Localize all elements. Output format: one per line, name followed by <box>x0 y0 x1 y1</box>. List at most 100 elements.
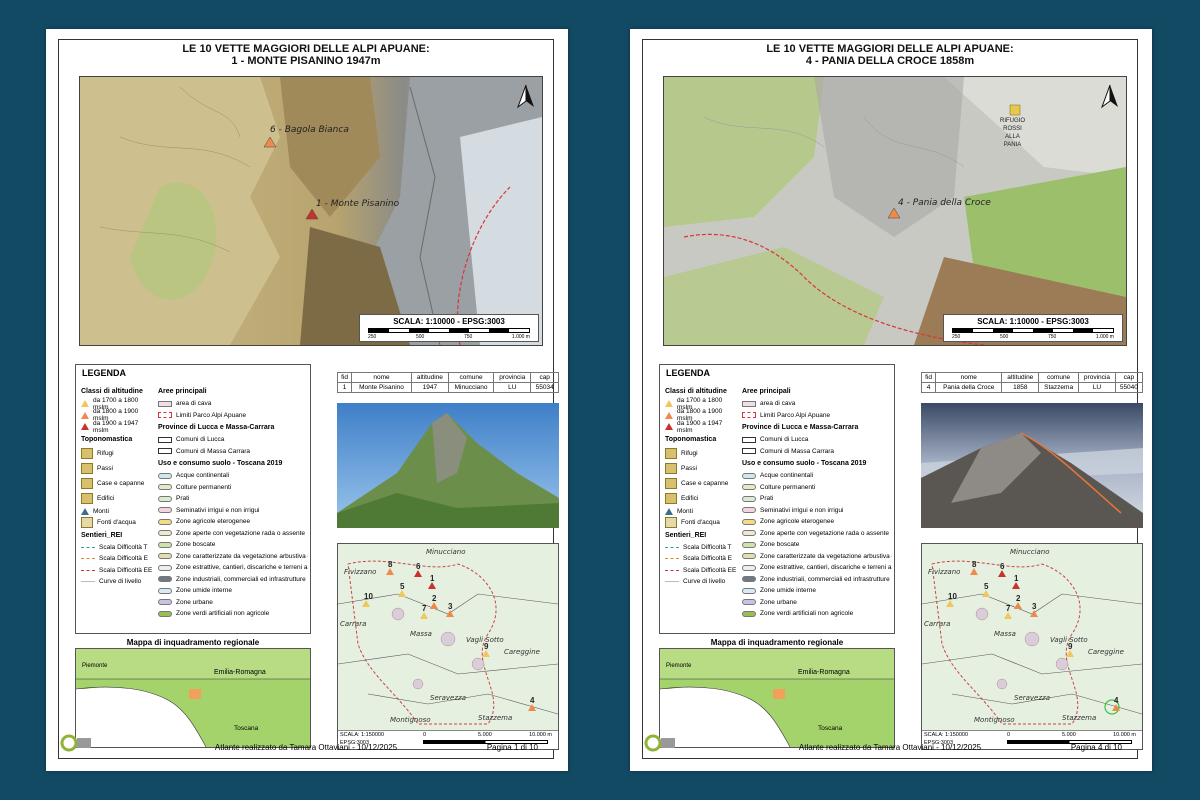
peak-triangle-icon[interactable] <box>428 582 436 589</box>
triangle-icon <box>665 411 673 419</box>
place-label: Minucciano <box>1010 548 1050 556</box>
legend-heading: Uso e consumo suolo - Toscana 2019 <box>742 460 867 467</box>
region-label: Toscana <box>818 725 843 732</box>
peak-label: 6 - Bagola Bianca <box>270 125 349 135</box>
scale-title: SCALA: 1:10000 - EPSG:3003 <box>977 317 1089 326</box>
peak-triangle-icon[interactable] <box>414 570 422 577</box>
swatch <box>158 576 172 583</box>
swatch <box>742 484 756 491</box>
swatch <box>158 400 172 407</box>
swatch <box>742 599 756 606</box>
swatch <box>158 436 172 443</box>
legend-item: Monti <box>677 507 693 515</box>
legend-item: Zone estrattive, cantieri, discariche e … <box>760 564 892 572</box>
place-label: Seravezza <box>430 694 467 702</box>
legend-item: Seminativi irrigui e non irrigui <box>760 506 844 514</box>
hut-marker[interactable] <box>1009 104 1021 116</box>
peak-number-label: 10 <box>948 592 957 601</box>
terrain-map <box>664 77 1126 345</box>
legend-item: Prati <box>760 495 774 503</box>
legend-item: Zone caratterizzate da vegetazione arbus… <box>176 552 308 560</box>
scale-tick: 250 <box>952 334 961 340</box>
peak-triangle-icon[interactable] <box>1012 582 1020 589</box>
peak-number-label: 9 <box>1068 642 1073 651</box>
swatch <box>158 587 172 594</box>
table-cell: 1 <box>336 382 353 393</box>
scale-tick: 250 <box>368 334 377 340</box>
region-label: Piemonte <box>82 663 108 669</box>
peak-triangle-icon[interactable] <box>1066 650 1074 657</box>
scale-bar-graphic <box>368 328 530 333</box>
legend-item: Zone boscate <box>176 541 216 549</box>
peak-triangle-icon[interactable] <box>420 612 428 619</box>
peak-triangle-icon[interactable] <box>970 568 978 575</box>
peak-triangle-icon[interactable] <box>362 600 370 607</box>
overview-map[interactable]: Minucciano Fivizzano Carrara Massa Vagli Sot… <box>337 543 559 750</box>
regional-map[interactable]: Piemonte Emilia-Romagna Toscana <box>75 648 311 748</box>
table-header: altitudine <box>1001 372 1040 383</box>
peak-triangle-icon[interactable] <box>982 590 990 597</box>
overview-map[interactable]: Minucciano Fivizzano Carrara Massa Vagli Sot… <box>921 543 1143 750</box>
legend-item: Acque continentali <box>760 472 814 480</box>
hut-icon <box>81 447 93 459</box>
hut-icon <box>665 447 677 459</box>
peak-triangle-icon[interactable] <box>430 602 438 609</box>
page-title: LE 10 VETTE MAGGIORI DELLE ALPI APUANE: … <box>643 43 1137 67</box>
swatch <box>158 412 172 419</box>
legend-item: Zone umide interne <box>760 587 817 595</box>
house-icon <box>81 477 93 489</box>
legend-item: Colture permanenti <box>760 483 816 491</box>
legend-item: Comuni di Massa Carrara <box>176 447 251 455</box>
regional-map[interactable]: Piemonte Emilia-Romagna Toscana <box>659 648 895 748</box>
legend-item: Rifugi <box>681 449 698 457</box>
scale-tick: 500 <box>999 334 1009 340</box>
table-header: provincia <box>1078 372 1116 383</box>
triangle-icon <box>665 423 673 431</box>
table-cell: LU <box>1078 382 1116 393</box>
trail-line-icon <box>81 569 95 571</box>
table-cell: Stazzema <box>1038 382 1080 393</box>
scale-tick: 1.000 m <box>1095 334 1114 340</box>
peak-triangle-icon[interactable] <box>946 600 954 607</box>
legend-item: Zone verdi artificiali non agricole <box>176 610 270 618</box>
swatch <box>742 518 756 525</box>
main-map[interactable]: 4 - Pania della Croce RIFUGIO ROSSI ALLA… <box>663 76 1127 346</box>
peak-triangle-icon[interactable] <box>446 610 454 617</box>
page-number: Pagina 1 di 10 <box>486 743 538 752</box>
peak-triangle-icon[interactable] <box>398 590 406 597</box>
footer-credit: Atlante realizzato da Tamara Ottaviani -… <box>214 743 398 752</box>
place-label: Montignoso <box>974 716 1015 724</box>
peak-triangle-icon[interactable] <box>528 704 536 711</box>
north-arrow-icon <box>516 84 534 109</box>
atlas-page-4: LE 10 VETTE MAGGIORI DELLE ALPI APUANE: … <box>630 29 1152 771</box>
place-label: Massa <box>994 630 1016 638</box>
legend-heading: Sentieri_REI <box>665 531 707 539</box>
peak-triangle-icon[interactable] <box>386 568 394 575</box>
peak-triangle-icon[interactable] <box>1004 612 1012 619</box>
legend-item: Zone estrattive, cantieri, discariche e … <box>176 564 308 572</box>
peak-triangle-icon[interactable] <box>1014 602 1022 609</box>
legend-heading: Toponomastica <box>665 435 717 443</box>
hut-label-line: ALLA <box>1005 134 1020 140</box>
legend-item: Seminativi irrigui e non irrigui <box>176 506 260 514</box>
peak-triangle-icon[interactable] <box>1112 704 1120 711</box>
main-map[interactable]: 6 - Bagola Bianca 1 - Monte Pisanino SCA… <box>79 76 543 346</box>
peak-triangle-icon[interactable] <box>998 570 1006 577</box>
table-header: comune <box>1038 372 1080 383</box>
scale-bar: SCALA: 1:10000 - EPSG:3003 250 500 750 1.00… <box>359 314 539 342</box>
peak-triangle-icon[interactable] <box>1030 610 1038 617</box>
legend-item: Zone industriali, commerciali ed infrast… <box>176 575 306 583</box>
legend-item: Fonti d'acqua <box>681 519 720 527</box>
swatch <box>742 541 756 548</box>
hut-label-line: PANIA <box>1003 142 1022 148</box>
legend-item: Zone verdi artificiali non agricole <box>760 610 854 618</box>
place-label: Massa <box>410 630 432 638</box>
legend-item: Zone agricole eterogenee <box>760 518 835 526</box>
peak-triangle-icon[interactable] <box>482 650 490 657</box>
table-header: fid <box>336 372 353 383</box>
regional-map-graphic <box>76 649 310 747</box>
legend-item: Prati <box>176 495 190 503</box>
peak-number-label: 6 <box>416 562 421 571</box>
swatch <box>742 507 756 514</box>
pass-icon <box>81 462 93 474</box>
